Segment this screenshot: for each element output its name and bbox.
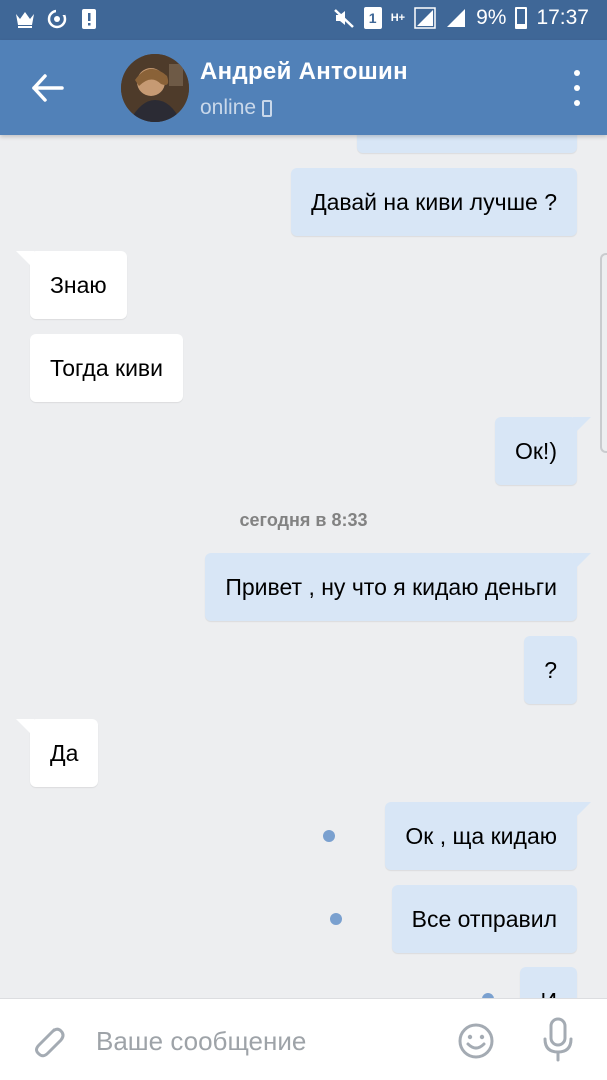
message-bubble[interactable] [357, 135, 577, 153]
unread-dot [330, 913, 342, 925]
mute-icon [333, 9, 354, 28]
sync-icon [47, 9, 67, 29]
avatar-photo [121, 54, 189, 122]
attach-icon[interactable] [28, 1021, 68, 1061]
message-bubble[interactable]: Ок , ща кидаю [385, 802, 591, 870]
message-text: Привет , ну что я кидаю деньги [225, 574, 557, 600]
signal-icon [414, 7, 436, 29]
mobile-icon [262, 99, 273, 117]
scrollbar[interactable] [600, 253, 607, 453]
avatar[interactable] [121, 54, 189, 122]
message-bubble[interactable]: Ок!) [494, 417, 591, 485]
microphone-icon[interactable] [540, 1017, 576, 1063]
chat-header: Андрей Антошин online [0, 40, 607, 135]
unread-dot [323, 830, 335, 842]
bubble-tail [573, 417, 591, 435]
status-left-icons [14, 8, 100, 30]
back-arrow-icon[interactable] [26, 66, 70, 110]
status-text: online [200, 96, 257, 119]
message-bubble[interactable]: ? [524, 636, 577, 704]
bubble-tail [573, 553, 591, 571]
message-bubble[interactable]: Привет , ну что я кидаю деньги [205, 553, 591, 621]
message-text: И [540, 988, 557, 998]
date-separator: сегодня в 8:33 [239, 510, 368, 530]
network-type: H+ [390, 12, 406, 24]
message-text: Тогда киви [50, 355, 163, 381]
status-bar: 1 H+ 9% 17:37 [0, 0, 607, 40]
bubble-tail [16, 719, 34, 737]
bubble-tail [16, 251, 34, 269]
message-text: Да [50, 740, 79, 766]
sim-badge: 1 [363, 7, 382, 29]
message-input[interactable] [96, 1021, 426, 1061]
contact-name[interactable]: Андрей Антошин [200, 58, 408, 86]
message-bubble[interactable]: Давай на киви лучше ? [291, 168, 577, 236]
message-text: Давай на киви лучше ? [311, 189, 557, 215]
message-text: Ок , ща кидаю [405, 823, 557, 849]
contact-status: online [200, 96, 273, 120]
bubble-tail [573, 802, 591, 820]
more-menu-icon[interactable] [569, 70, 585, 106]
battery-icon [515, 7, 528, 29]
battery-percent: 9% [476, 6, 507, 29]
crown-icon [16, 12, 34, 28]
message-text: Ок!) [514, 438, 557, 464]
message-bubble[interactable]: И [520, 967, 577, 998]
alert-icon [82, 9, 96, 29]
clock: 17:37 [536, 6, 589, 29]
message-bubble[interactable]: Знаю [16, 251, 127, 319]
message-text: Знаю [50, 272, 107, 298]
message-bubble[interactable]: Да [16, 719, 99, 787]
message-list[interactable]: Давай на киви лучше ? Знаю Тогда киви Ок… [0, 135, 607, 998]
message-text: Все отправил [411, 906, 557, 932]
composer [0, 998, 607, 1080]
message-bubble[interactable]: Все отправил [391, 885, 577, 953]
message-text: ? [544, 657, 557, 683]
message-bubble[interactable]: Тогда киви [30, 334, 183, 402]
signal-bars-icon [447, 9, 466, 27]
status-right-icons: 1 H+ 9% 17:37 [333, 6, 589, 30]
emoji-icon[interactable] [456, 1021, 496, 1061]
